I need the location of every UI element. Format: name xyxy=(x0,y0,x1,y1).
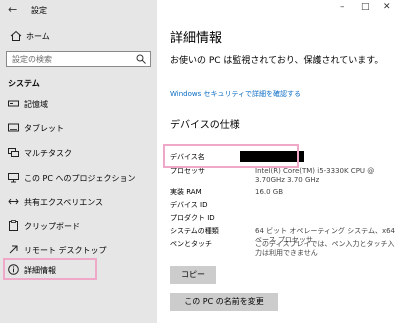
title-bar: ← 設定 xyxy=(0,0,157,20)
spec-value: このディスプレイでは、ペン入力とタッチ入力は利用できません xyxy=(255,240,395,257)
tablet-icon xyxy=(8,123,19,132)
remote-desktop-icon xyxy=(9,245,18,254)
shared-experiences-icon xyxy=(8,198,19,205)
rename-pc-button[interactable]: この PC の名前を変更 xyxy=(170,293,278,311)
spec-key: ペンとタッチ xyxy=(170,240,212,248)
window-title: 設定 xyxy=(31,6,47,15)
highlight-annotation xyxy=(3,258,97,280)
sidebar-item-label: 記憶域 xyxy=(24,100,48,109)
search-input[interactable]: 設定の検索 xyxy=(6,51,151,67)
copy-button[interactable]: コピー xyxy=(170,266,216,284)
spec-key: プロダクト ID xyxy=(170,214,215,222)
highlight-annotation xyxy=(163,144,299,168)
sidebar-item-tablet[interactable]: タブレット xyxy=(0,118,157,138)
spec-key: システムの種類 xyxy=(170,227,219,235)
maximize-icon[interactable]: □ xyxy=(361,2,370,12)
search-placeholder: 設定の検索 xyxy=(12,55,52,64)
sidebar-item-remote-desktop[interactable]: リモート デスクトップ xyxy=(0,240,157,260)
security-details-link[interactable]: Windows セキュリティで詳細を確認する xyxy=(170,89,301,99)
spec-key: 実装 RAM xyxy=(170,188,202,196)
spec-value: Intel(R) Core(TM) i5-3330K CPU @ 3.70GHz… xyxy=(255,167,375,184)
sidebar-item-multitasking[interactable]: マルチタスク xyxy=(0,143,157,163)
sidebar-item-label: マルチタスク xyxy=(24,149,72,158)
page-title: 詳細情報 xyxy=(170,31,223,46)
sidebar-item-clipboard[interactable]: クリップボード xyxy=(0,216,157,236)
sidebar-item-storage[interactable]: 記憶域 xyxy=(0,94,157,114)
sidebar-item-home[interactable]: ホーム xyxy=(0,26,157,46)
minimize-icon[interactable]: – xyxy=(340,2,345,12)
sidebar-item-label: 共有エクスペリエンス xyxy=(24,198,104,207)
spec-key: デバイス ID xyxy=(170,201,208,209)
sidebar-item-label: ホーム xyxy=(26,32,50,41)
close-icon[interactable]: ✕ xyxy=(383,2,391,12)
back-arrow-icon[interactable]: ← xyxy=(8,3,17,16)
device-specs-heading: デバイスの仕様 xyxy=(170,120,240,131)
sidebar-item-label: この PC へのプロジェクション xyxy=(24,174,136,183)
multitasking-icon xyxy=(8,148,19,157)
sidebar-item-shared-experiences[interactable]: 共有エクスペリエンス xyxy=(0,192,157,212)
sidebar-item-label: クリップボード xyxy=(24,222,80,231)
sidebar-item-label: タブレット xyxy=(24,124,64,133)
clipboard-icon xyxy=(9,220,18,231)
sidebar-item-label: リモート デスクトップ xyxy=(24,246,107,255)
main-panel: – □ ✕ 詳細情報 お使いの PC は監視されており、保護されています。 Wi… xyxy=(157,0,400,323)
protection-status: お使いの PC は監視されており、保護されています。 xyxy=(170,56,384,66)
section-label: システム xyxy=(8,79,40,88)
sidebar: ← 設定 ホーム 設定の検索 システム 記憶域 タブレット マルチタスク この … xyxy=(0,0,157,323)
home-icon xyxy=(10,30,22,41)
sidebar-item-projection[interactable]: この PC へのプロジェクション xyxy=(0,168,157,188)
spec-key: プロセッサ xyxy=(170,167,205,175)
spec-value: 16.0 GB xyxy=(255,188,284,196)
search-icon[interactable] xyxy=(136,54,146,64)
storage-icon xyxy=(8,100,19,107)
projection-icon xyxy=(8,173,19,183)
